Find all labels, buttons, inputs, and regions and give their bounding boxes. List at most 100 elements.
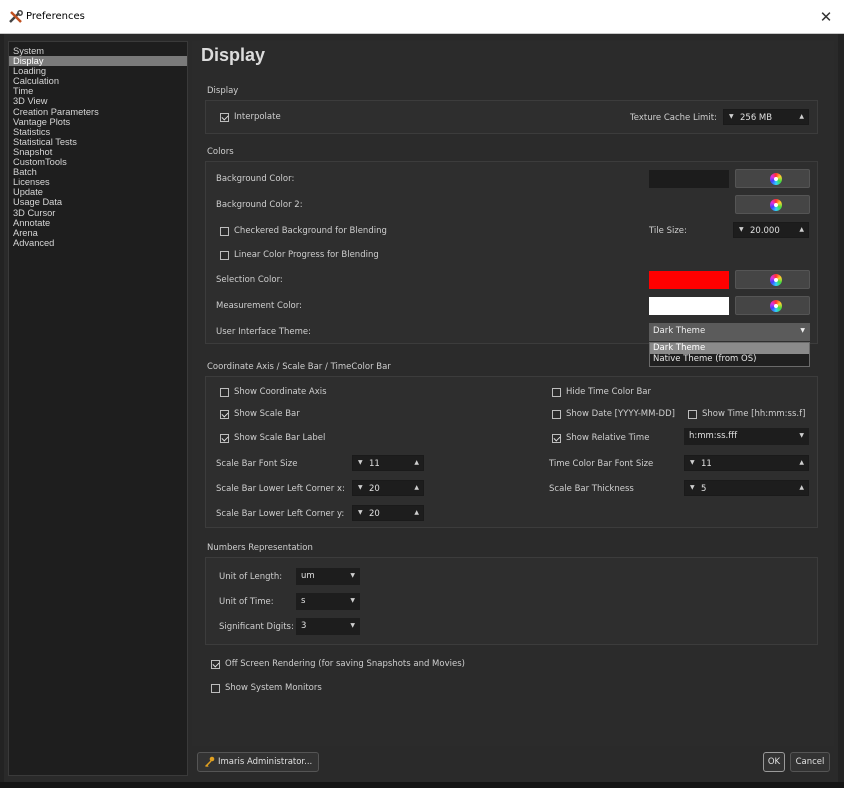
sidebar-item-system[interactable]: System xyxy=(9,46,187,56)
background-color-label: Background Color: xyxy=(216,174,295,184)
sidebar-item-batch[interactable]: Batch xyxy=(9,167,187,177)
sidebar-item-loading[interactable]: Loading xyxy=(9,66,187,76)
tile-size-spinbox[interactable]: ▼ 20.000 ▲ xyxy=(733,222,809,238)
spin-down-icon[interactable]: ▼ xyxy=(690,459,695,466)
sidebar-item-creation-parameters[interactable]: Creation Parameters xyxy=(9,107,187,117)
show-scale-bar-label-checkbox[interactable]: Show Scale Bar Label xyxy=(220,433,325,443)
show-scale-bar-label: Show Scale Bar xyxy=(234,409,300,419)
checkered-background-checkbox[interactable]: Checkered Background for Blending xyxy=(220,226,387,236)
sidebar-item-arena[interactable]: Arena xyxy=(9,228,187,238)
sidebar-item-annotate[interactable]: Annotate xyxy=(9,218,187,228)
selection-color-button[interactable] xyxy=(735,270,810,289)
spin-down-icon[interactable]: ▼ xyxy=(690,484,695,491)
sidebar-item-vantage-plots[interactable]: Vantage Plots xyxy=(9,117,187,127)
unit-time-label: Unit of Time: xyxy=(219,597,274,607)
window-title: Preferences xyxy=(26,11,85,22)
sidebar-item-statistical-tests[interactable]: Statistical Tests xyxy=(9,137,187,147)
unit-length-dropdown[interactable]: um ▼ xyxy=(296,568,360,585)
background-color-2-button[interactable] xyxy=(735,195,810,214)
significant-digits-value: 3 xyxy=(301,621,307,631)
color-wheel-icon xyxy=(770,300,782,312)
checkbox-box[interactable] xyxy=(211,683,220,693)
page-title: Display xyxy=(201,45,266,65)
spin-up-icon[interactable]: ▲ xyxy=(414,484,419,491)
show-date-checkbox[interactable]: Show Date [YYYY-MM-DD] xyxy=(552,409,675,419)
show-coordinate-axis-checkbox[interactable]: Show Coordinate Axis xyxy=(220,387,327,397)
spin-up-icon[interactable]: ▲ xyxy=(799,113,804,120)
show-coordinate-axis-label: Show Coordinate Axis xyxy=(234,387,327,397)
checkbox-box[interactable] xyxy=(552,387,561,397)
sidebar-item-statistics[interactable]: Statistics xyxy=(9,127,187,137)
sidebar-item-time[interactable]: Time xyxy=(9,86,187,96)
ui-theme-options[interactable]: Dark Theme Native Theme (from OS) xyxy=(649,342,810,367)
checkbox-box[interactable] xyxy=(220,409,229,419)
tile-size-value: 20.000 xyxy=(750,226,780,236)
spin-down-icon[interactable]: ▼ xyxy=(358,509,363,516)
show-scale-bar-checkbox[interactable]: Show Scale Bar xyxy=(220,409,300,419)
scale-bar-font-size-spinbox[interactable]: ▼ 11 ▲ xyxy=(352,455,424,471)
time-color-bar-font-size-spinbox[interactable]: ▼ 11 ▲ xyxy=(684,455,809,471)
relative-time-format-dropdown[interactable]: h:mm:ss.fff ▼ xyxy=(684,428,809,445)
sidebar-item-usage-data[interactable]: Usage Data xyxy=(9,197,187,207)
sidebar-item-snapshot[interactable]: Snapshot xyxy=(9,147,187,157)
category-list[interactable]: System Display Loading Calculation Time … xyxy=(8,41,188,776)
sidebar-item-calculation[interactable]: Calculation xyxy=(9,76,187,86)
system-monitors-checkbox[interactable]: Show System Monitors xyxy=(211,683,322,693)
sidebar-item-display[interactable]: Display xyxy=(9,56,187,67)
checkbox-box[interactable] xyxy=(220,387,229,397)
scale-bar-thickness-value: 5 xyxy=(701,484,707,494)
lower-left-y-spinbox[interactable]: ▼ 20 ▲ xyxy=(352,505,424,521)
ui-theme-dropdown[interactable]: Dark Theme ▼ xyxy=(649,323,810,341)
theme-option-native[interactable]: Native Theme (from OS) xyxy=(650,354,809,365)
checkbox-box[interactable] xyxy=(220,250,229,260)
close-icon[interactable]: ✕ xyxy=(814,6,838,28)
spin-down-icon[interactable]: ▼ xyxy=(729,113,734,120)
measurement-color-button[interactable] xyxy=(735,296,810,315)
background-color-2-swatch xyxy=(649,196,729,214)
linear-color-progress-checkbox[interactable]: Linear Color Progress for Blending xyxy=(220,250,379,260)
sidebar-item-licenses[interactable]: Licenses xyxy=(9,177,187,187)
sidebar-item-advanced[interactable]: Advanced xyxy=(9,238,187,248)
checkbox-box[interactable] xyxy=(211,659,220,669)
lower-left-x-spinbox[interactable]: ▼ 20 ▲ xyxy=(352,480,424,496)
checkbox-box[interactable] xyxy=(688,409,697,419)
imaris-administrator-button[interactable]: Imaris Administrator... xyxy=(197,752,319,772)
show-relative-time-checkbox[interactable]: Show Relative Time xyxy=(552,433,649,443)
ui-theme-label: User Interface Theme: xyxy=(216,327,312,337)
spin-up-icon[interactable]: ▲ xyxy=(799,459,804,466)
spin-down-icon[interactable]: ▼ xyxy=(739,226,744,233)
interpolate-checkbox[interactable]: Interpolate xyxy=(220,112,281,122)
sidebar-item-3d-cursor[interactable]: 3D Cursor xyxy=(9,208,187,218)
checkbox-box[interactable] xyxy=(552,409,561,419)
cancel-button[interactable]: Cancel xyxy=(790,752,830,772)
section-title-colors: Colors xyxy=(207,147,234,157)
sidebar-item-customtools[interactable]: CustomTools xyxy=(9,157,187,167)
scale-bar-thickness-spinbox[interactable]: ▼ 5 ▲ xyxy=(684,480,809,496)
offscreen-rendering-checkbox[interactable]: Off Screen Rendering (for saving Snapsho… xyxy=(211,659,465,669)
texture-cache-spinbox[interactable]: ▼ 256 MB ▲ xyxy=(723,109,809,125)
show-time-label: Show Time [hh:mm:ss.f] xyxy=(702,409,806,419)
hide-time-color-bar-label: Hide Time Color Bar xyxy=(566,387,652,397)
spin-up-icon[interactable]: ▲ xyxy=(414,459,419,466)
unit-time-dropdown[interactable]: s ▼ xyxy=(296,593,360,610)
checkbox-box[interactable] xyxy=(220,433,229,443)
show-time-checkbox[interactable]: Show Time [hh:mm:ss.f] xyxy=(688,409,805,419)
background-color-button[interactable] xyxy=(735,169,810,188)
interpolate-label: Interpolate xyxy=(234,112,281,122)
checkbox-box[interactable] xyxy=(552,433,561,443)
spin-down-icon[interactable]: ▼ xyxy=(358,459,363,466)
sidebar-item-update[interactable]: Update xyxy=(9,187,187,197)
title-bar: Preferences ✕ xyxy=(0,0,844,34)
spin-up-icon[interactable]: ▲ xyxy=(799,226,804,233)
checkbox-box[interactable] xyxy=(220,112,229,122)
significant-digits-dropdown[interactable]: 3 ▼ xyxy=(296,618,360,635)
checkbox-box[interactable] xyxy=(220,226,229,236)
ok-button[interactable]: OK xyxy=(763,752,785,772)
theme-option-dark[interactable]: Dark Theme xyxy=(650,343,809,354)
spin-down-icon[interactable]: ▼ xyxy=(358,484,363,491)
color-wheel-icon xyxy=(770,173,782,185)
spin-up-icon[interactable]: ▲ xyxy=(414,509,419,516)
sidebar-item-3d-view[interactable]: 3D View xyxy=(9,96,187,106)
hide-time-color-bar-checkbox[interactable]: Hide Time Color Bar xyxy=(552,387,651,397)
spin-up-icon[interactable]: ▲ xyxy=(799,484,804,491)
